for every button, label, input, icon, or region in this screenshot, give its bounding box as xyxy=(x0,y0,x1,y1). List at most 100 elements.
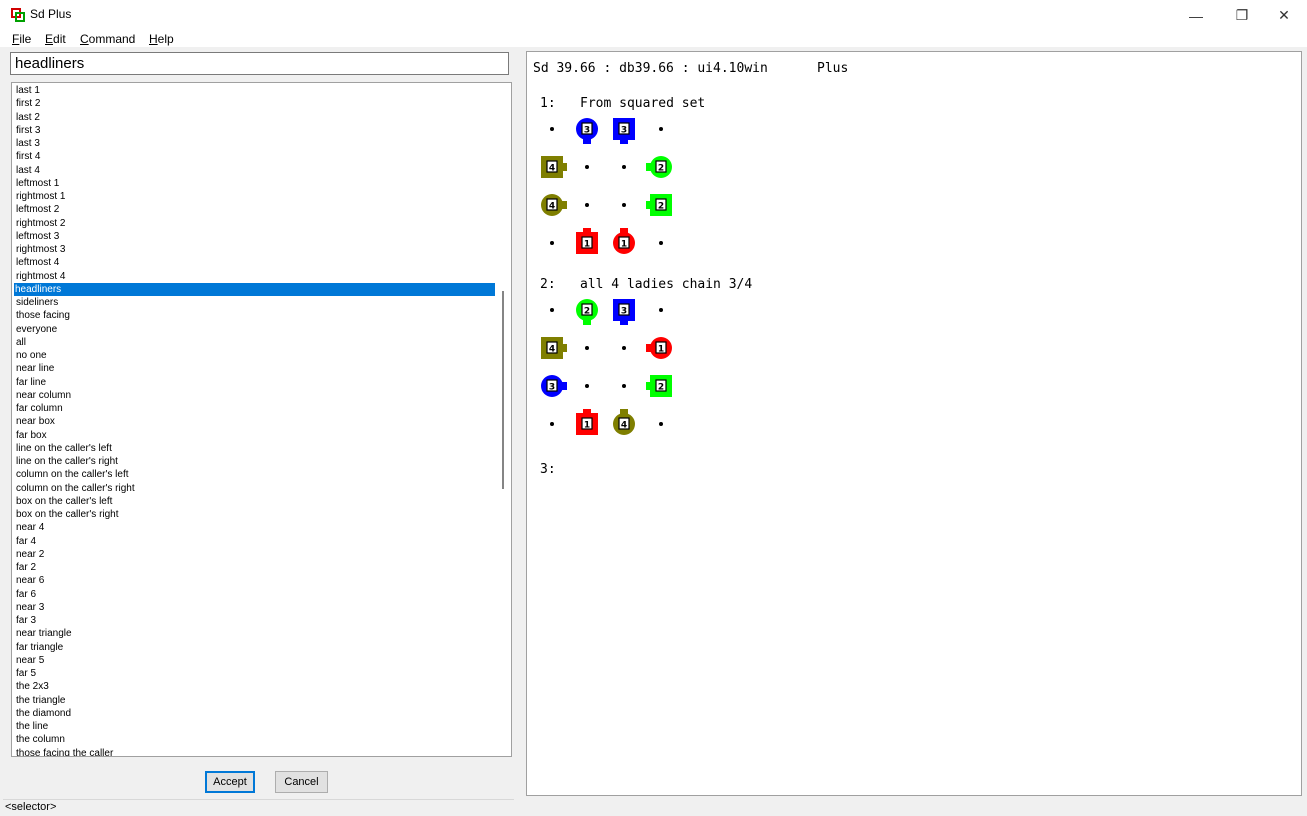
list-item[interactable]: the diamond xyxy=(15,707,497,720)
list-item[interactable]: first 3 xyxy=(15,124,497,137)
list-item[interactable]: far box xyxy=(15,429,497,442)
list-item[interactable]: leftmost 4 xyxy=(15,256,497,269)
menu-bar: File Edit Command Help xyxy=(0,31,1307,47)
dancer-girl-3-icon: 3 xyxy=(567,114,607,144)
selector-search-input[interactable]: headliners xyxy=(10,52,509,75)
svg-text:1: 1 xyxy=(584,240,590,250)
list-item[interactable]: leftmost 2 xyxy=(15,203,497,216)
list-item[interactable]: line on the caller's right xyxy=(15,455,497,468)
list-item[interactable]: far line xyxy=(15,376,497,389)
list-item[interactable]: first 2 xyxy=(15,97,497,110)
step-number: 1: xyxy=(540,96,556,111)
dancer-boy-3-icon: 3 xyxy=(604,114,644,144)
dancer-girl-4-icon: 4 xyxy=(532,190,572,220)
list-item[interactable]: far 3 xyxy=(15,614,497,627)
list-item[interactable]: far column xyxy=(15,402,497,415)
list-item[interactable]: column on the caller's right xyxy=(15,482,497,495)
list-item[interactable]: headliners xyxy=(14,282,496,296)
selector-listbox[interactable]: last 1 first 2 last 2 first 3 last 3 first 4l… xyxy=(11,82,512,757)
dancer-boy-2-icon: 2 xyxy=(641,371,681,401)
list-item[interactable]: near 3 xyxy=(15,601,497,614)
svg-text:3: 3 xyxy=(621,126,627,136)
menu-file[interactable]: File xyxy=(12,32,31,46)
svg-text:1: 1 xyxy=(621,240,627,250)
list-item[interactable]: near line xyxy=(15,362,497,375)
window-title: Sd Plus xyxy=(30,7,72,21)
list-item[interactable]: near 5 xyxy=(15,654,497,667)
version-header: Sd 39.66 : db39.66 : ui4.10win xyxy=(533,61,768,76)
list-item[interactable]: sideliners xyxy=(15,296,497,309)
list-item[interactable]: far 6 xyxy=(15,588,497,601)
empty-spot-dot xyxy=(550,241,554,245)
list-item[interactable]: line on the caller's left xyxy=(15,442,497,455)
list-item[interactable]: all xyxy=(15,336,497,349)
menu-command[interactable]: Command xyxy=(80,32,135,46)
list-item[interactable]: rightmost 1 xyxy=(15,190,497,203)
dancer-girl-3-icon: 3 xyxy=(532,371,572,401)
list-item[interactable]: near triangle xyxy=(15,627,497,640)
empty-spot-dot xyxy=(550,422,554,426)
empty-spot-dot xyxy=(659,422,663,426)
dancer-boy-4-icon: 4 xyxy=(532,333,572,363)
list-item[interactable]: near 2 xyxy=(15,548,497,561)
list-scrollbar[interactable] xyxy=(495,83,511,756)
list-item[interactable]: rightmost 3 xyxy=(15,243,497,256)
scrollbar-thumb[interactable] xyxy=(502,291,504,489)
list-item[interactable]: box on the caller's left xyxy=(15,495,497,508)
step-call-text: From squared set xyxy=(580,96,706,111)
list-item[interactable]: leftmost 1 xyxy=(15,177,497,190)
menu-help[interactable]: Help xyxy=(149,32,174,46)
list-item[interactable]: column on the caller's left xyxy=(15,468,497,481)
list-item[interactable]: near box xyxy=(15,415,497,428)
list-item[interactable]: those facing the caller xyxy=(15,747,497,757)
empty-spot-dot xyxy=(622,384,626,388)
list-item[interactable]: last 4 xyxy=(15,164,497,177)
list-item[interactable]: far triangle xyxy=(15,641,497,654)
dancer-girl-2-icon: 2 xyxy=(641,152,681,182)
list-item[interactable]: far 4 xyxy=(15,535,497,548)
cancel-button[interactable]: Cancel xyxy=(275,771,328,793)
level-label: Plus xyxy=(817,61,849,76)
empty-spot-dot xyxy=(550,308,554,312)
list-item[interactable]: near 4 xyxy=(15,521,497,534)
list-item[interactable]: the line xyxy=(15,720,497,733)
list-item[interactable]: the 2x3 xyxy=(15,680,497,693)
title-bar: Sd Plus — ❐ ✕ xyxy=(0,0,1307,31)
list-item[interactable]: the column xyxy=(15,733,497,746)
empty-spot-dot xyxy=(622,165,626,169)
list-item[interactable]: last 1 xyxy=(15,84,497,97)
svg-text:3: 3 xyxy=(584,126,590,136)
close-button[interactable]: ✕ xyxy=(1261,0,1307,31)
svg-text:2: 2 xyxy=(584,307,590,317)
list-item[interactable]: far 5 xyxy=(15,667,497,680)
list-item[interactable]: first 4 xyxy=(15,150,497,163)
list-item[interactable]: rightmost 2 xyxy=(15,217,497,230)
list-item[interactable]: box on the caller's right xyxy=(15,508,497,521)
menu-edit[interactable]: Edit xyxy=(45,32,66,46)
list-item[interactable]: the triangle xyxy=(15,694,497,707)
accept-button[interactable]: Accept xyxy=(205,771,255,793)
dancer-girl-1-icon: 1 xyxy=(604,228,644,258)
dancer-girl-1-icon: 1 xyxy=(641,333,681,363)
list-item[interactable]: near 6 xyxy=(15,574,497,587)
list-item[interactable]: last 2 xyxy=(15,111,497,124)
list-item[interactable]: far 2 xyxy=(15,561,497,574)
list-item[interactable]: those facing xyxy=(15,309,497,322)
list-item[interactable]: leftmost 3 xyxy=(15,230,497,243)
app-icon xyxy=(11,8,25,22)
transcript-panel: Sd 39.66 : db39.66 : ui4.10win Plus 1: Fr… xyxy=(526,51,1302,796)
svg-text:4: 4 xyxy=(621,421,627,431)
list-item[interactable]: last 3 xyxy=(15,137,497,150)
status-bar: <selector> xyxy=(3,799,514,816)
minimize-button[interactable]: — xyxy=(1173,0,1219,31)
list-item[interactable]: no one xyxy=(15,349,497,362)
empty-spot-dot xyxy=(550,127,554,131)
svg-text:3: 3 xyxy=(549,383,555,393)
restore-button[interactable]: ❐ xyxy=(1219,0,1265,31)
svg-text:2: 2 xyxy=(658,202,664,212)
minimize-icon: — xyxy=(1189,7,1203,24)
empty-spot-dot xyxy=(585,384,589,388)
list-item[interactable]: near column xyxy=(15,389,497,402)
list-item[interactable]: rightmost 4 xyxy=(15,270,497,283)
list-item[interactable]: everyone xyxy=(15,323,497,336)
